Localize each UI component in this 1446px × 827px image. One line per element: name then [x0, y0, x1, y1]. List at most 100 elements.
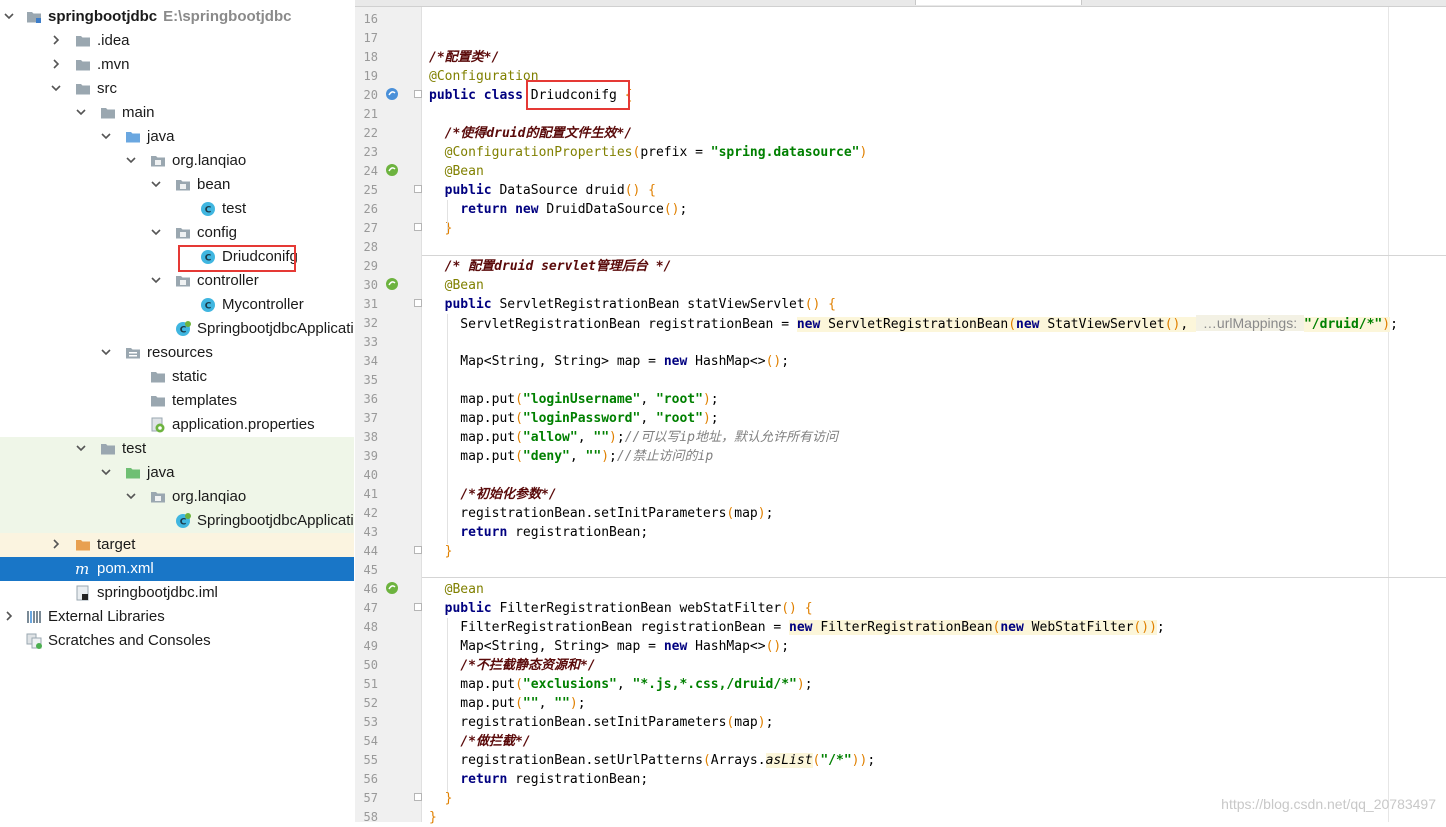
- chevron-down-icon[interactable]: [4, 11, 14, 21]
- tree-item-label: .idea: [97, 32, 130, 49]
- code-line: Map<String, String> map = new HashMap<>(…: [429, 352, 789, 371]
- tree-item-application-properties[interactable]: application.properties: [0, 413, 354, 437]
- fold-marker[interactable]: [414, 299, 422, 307]
- fold-marker[interactable]: [414, 793, 422, 801]
- tree-item-springbootjdbcapplication[interactable]: C SpringbootjdbcApplication: [0, 317, 354, 341]
- folder-icon: [100, 105, 116, 121]
- code-token: WebStatFilter: [1031, 620, 1134, 635]
- code-line: /* 配置druid servlet管理后台 */: [429, 257, 672, 276]
- code-token: ): [569, 696, 578, 711]
- tree-item-java[interactable]: java: [0, 461, 354, 485]
- chevron-right-icon[interactable]: [4, 611, 14, 621]
- tree-item-external-libraries[interactable]: External Libraries: [0, 605, 354, 629]
- line-number: 36: [363, 392, 378, 406]
- tree-item-config[interactable]: config: [0, 221, 354, 245]
- code-token: }: [444, 221, 453, 236]
- spring-bean-gutter-icon[interactable]: [385, 581, 399, 595]
- tree-item-driudconifg[interactable]: C Driudconifg: [0, 245, 354, 269]
- excluded-folder-icon: [75, 537, 91, 553]
- code-token: /*做拦截*/: [460, 734, 531, 749]
- code-token: ,: [538, 696, 555, 711]
- fold-marker[interactable]: [414, 546, 422, 554]
- chevron-right-icon[interactable]: [51, 35, 61, 45]
- code-token: @Bean: [444, 278, 484, 293]
- code-token: "root": [655, 411, 703, 426]
- code-token: /* 配置: [444, 259, 495, 274]
- tree-item-resources[interactable]: resources: [0, 341, 354, 365]
- tree-item-springbootjdbc[interactable]: springbootjdbc E:\springbootjdbc: [0, 5, 354, 29]
- code-token: "deny": [522, 449, 570, 464]
- code-token: (: [515, 430, 523, 445]
- code-token: (: [515, 449, 523, 464]
- tree-item-templates[interactable]: templates: [0, 389, 354, 413]
- chevron-down-icon[interactable]: [51, 83, 61, 93]
- chevron-right-icon[interactable]: [51, 59, 61, 69]
- spring-bean-gutter-icon[interactable]: [385, 277, 399, 291]
- editor-tab-active[interactable]: [915, 0, 1082, 5]
- code-token: ): [702, 411, 711, 426]
- tree-item-idea[interactable]: .idea: [0, 29, 354, 53]
- code-token: ,: [640, 392, 656, 407]
- tree-item-static[interactable]: static: [0, 365, 354, 389]
- package-icon: [150, 153, 166, 169]
- chevron-down-icon[interactable]: [126, 491, 136, 501]
- code-line: map.put("allow", "");//可以写ip地址，默认允许所有访问: [429, 428, 838, 447]
- fold-marker[interactable]: [414, 223, 422, 231]
- right-margin-guide: [1388, 7, 1389, 822]
- tree-item-test[interactable]: Ctest: [0, 197, 354, 221]
- code-token: @Configuration: [429, 69, 539, 84]
- method-separator: [422, 255, 1446, 256]
- chevron-down-icon[interactable]: [101, 467, 111, 477]
- chevron-down-icon[interactable]: [76, 443, 86, 453]
- tree-item-org-lanqiao[interactable]: org.lanqiao: [0, 485, 354, 509]
- code-token: ): [859, 145, 868, 160]
- tree-item-pom-xml[interactable]: m pom.xml: [0, 557, 354, 581]
- folder-icon: [75, 57, 91, 73]
- tree-item-label: templates: [172, 392, 238, 409]
- tree-item-scratches-and-consoles[interactable]: Scratches and Consoles: [0, 629, 354, 653]
- code-token: "spring.datasource": [710, 145, 860, 160]
- tree-item-java[interactable]: java: [0, 125, 354, 149]
- tree-item-mycontroller[interactable]: C Mycontroller: [0, 293, 354, 317]
- chevron-down-icon[interactable]: [126, 155, 136, 165]
- code-token: FilterRegistrationBean registrationBean …: [429, 620, 790, 635]
- chevron-down-icon[interactable]: [101, 347, 111, 357]
- spring-bean-gutter-icon[interactable]: [385, 87, 399, 101]
- libraries-icon: [26, 609, 42, 625]
- class-icon: C: [200, 297, 216, 313]
- line-number: 24: [363, 164, 378, 178]
- tree-item-main[interactable]: main: [0, 101, 354, 125]
- tree-item-springbootjdbc-iml[interactable]: springbootjdbc.iml: [0, 581, 354, 605]
- test-source-folder-icon: [125, 465, 141, 481]
- tree-item-controller[interactable]: controller: [0, 269, 354, 293]
- tree-item-src[interactable]: src: [0, 77, 354, 101]
- fold-marker[interactable]: [414, 603, 422, 611]
- chevron-down-icon[interactable]: [101, 131, 111, 141]
- spring-bean-gutter-icon[interactable]: [385, 163, 399, 177]
- code-token: (: [515, 677, 523, 692]
- fold-marker[interactable]: [414, 185, 422, 193]
- tree-item-mvn[interactable]: .mvn: [0, 53, 354, 77]
- tree-item-springbootjdbcapplication[interactable]: C SpringbootjdbcApplication: [0, 509, 354, 533]
- chevron-down-icon[interactable]: [151, 179, 161, 189]
- tree-item-test[interactable]: test: [0, 437, 354, 461]
- chevron-down-icon[interactable]: [151, 275, 161, 285]
- code-token: map.put: [429, 392, 516, 407]
- tree-item-target[interactable]: target: [0, 533, 354, 557]
- indent-guide: [447, 314, 448, 544]
- code-line: FilterRegistrationBean registrationBean …: [429, 618, 1165, 637]
- code-token: ): [757, 715, 766, 730]
- watermark: https://blog.csdn.net/qq_20783497: [1221, 796, 1436, 812]
- chevron-right-icon[interactable]: [51, 539, 61, 549]
- chevron-down-icon[interactable]: [151, 227, 161, 237]
- code-token: map.put: [429, 411, 516, 426]
- fold-marker[interactable]: [414, 90, 422, 98]
- tree-item-bean[interactable]: bean: [0, 173, 354, 197]
- tree-item-org-lanqiao[interactable]: org.lanqiao: [0, 149, 354, 173]
- line-number: 37: [363, 411, 378, 425]
- chevron-down-icon[interactable]: [76, 107, 86, 117]
